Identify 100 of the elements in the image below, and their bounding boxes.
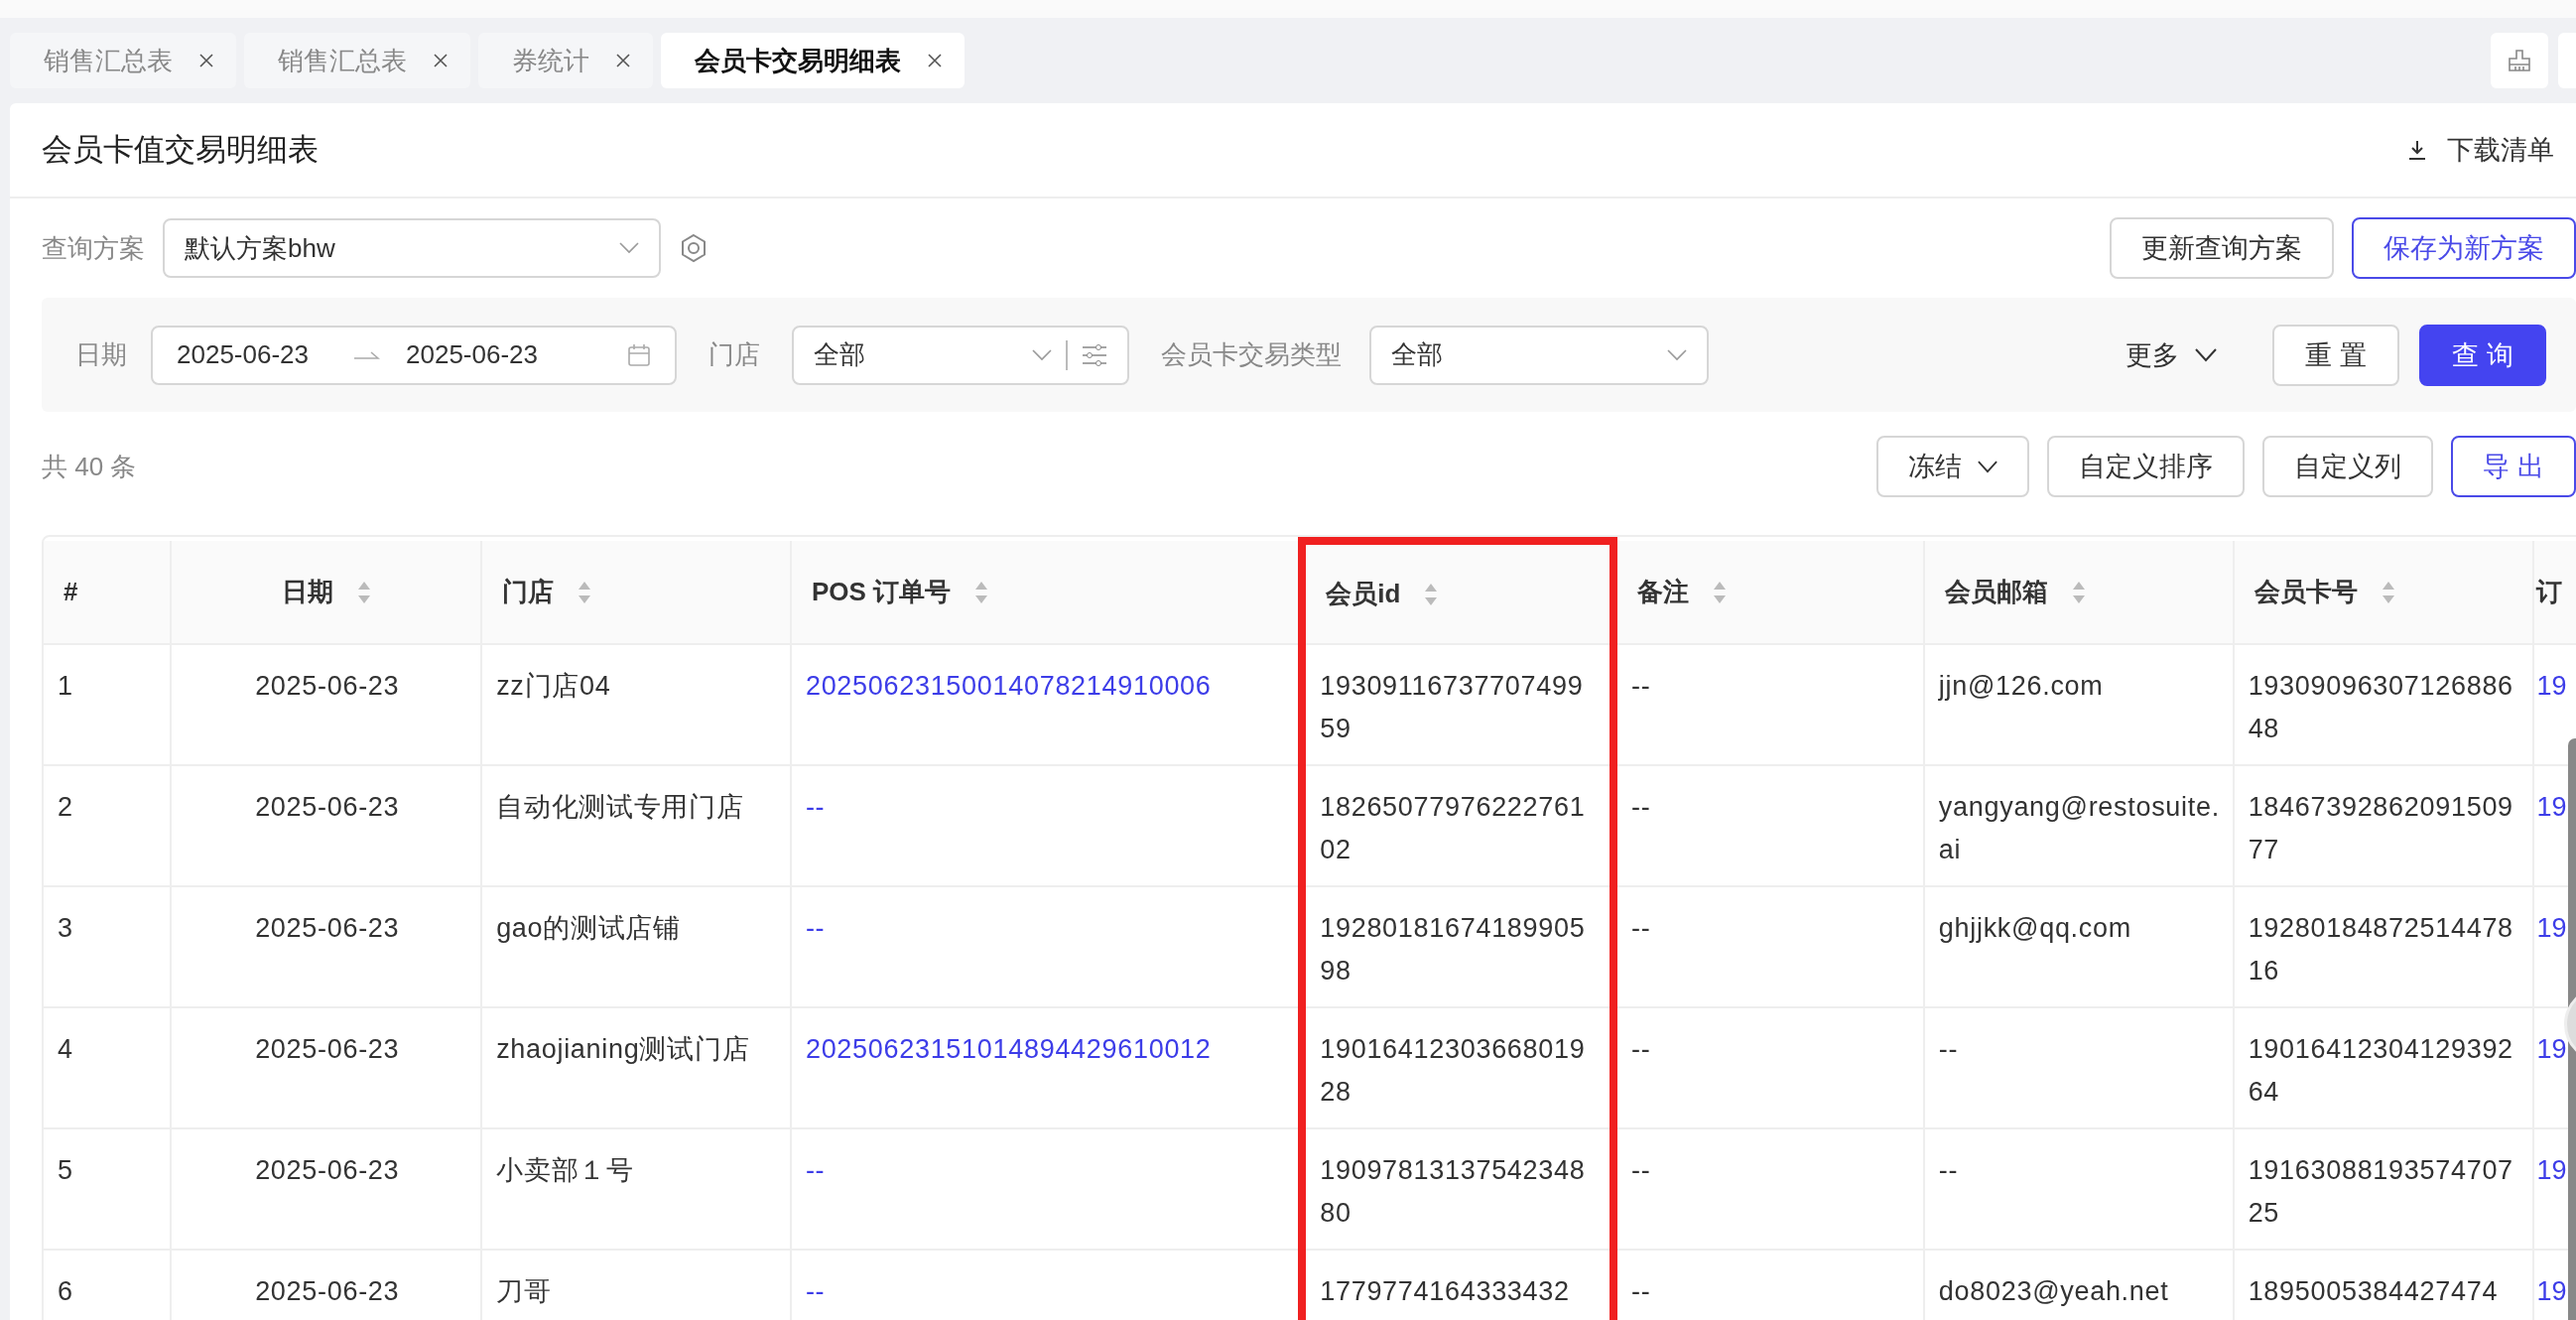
order-link[interactable]: -- [805, 1155, 826, 1185]
column-header: 备注 [1637, 576, 1690, 608]
column-header: 门店 [502, 576, 555, 608]
sort-icon[interactable] [2381, 580, 2395, 604]
table-cell: 1895005384427474 [2248, 1276, 2499, 1306]
order-link[interactable]: 19 [2536, 913, 2567, 943]
sort-icon[interactable] [578, 580, 592, 604]
close-icon[interactable] [433, 53, 449, 68]
table-action-button[interactable]: 自定义排序 [2047, 436, 2246, 497]
page-title: 会员卡值交易明细表 [42, 131, 319, 169]
column-header: 会员id [1326, 578, 1401, 610]
order-link[interactable]: -- [805, 913, 826, 943]
table-cell: 1930911673770749959 [1320, 671, 1584, 743]
close-icon[interactable] [927, 53, 943, 68]
download-icon [2407, 140, 2427, 160]
table-cell: 2025-06-23 [255, 1155, 400, 1185]
store-label: 门店 [708, 338, 760, 371]
download-button[interactable]: 下载清单 [2401, 131, 2560, 169]
order-link[interactable]: 19 [2536, 671, 2567, 701]
order-link[interactable]: 19 [2536, 792, 2567, 822]
table-cell: do8023@yeah.net [1938, 1276, 2169, 1306]
table-cell: -- [1631, 671, 1651, 701]
chevron-down-icon [1978, 460, 1998, 473]
sort-icon[interactable] [356, 580, 371, 604]
order-link[interactable]: -- [805, 792, 826, 822]
calendar-icon [627, 342, 651, 367]
close-icon[interactable] [615, 53, 631, 68]
order-link[interactable]: 19 [2536, 1034, 2567, 1064]
card-type-label: 会员卡交易类型 [1161, 338, 1342, 371]
reset-button[interactable]: 重 置 [2272, 324, 2399, 386]
table-cell: -- [1631, 1276, 1651, 1306]
order-link[interactable]: 19 [2536, 1155, 2567, 1185]
date-label: 日期 [75, 338, 127, 371]
table-cell: 1901641230366801928 [1320, 1034, 1586, 1107]
table-cell: 2025-06-23 [255, 792, 400, 822]
sort-icon[interactable] [1424, 582, 1439, 606]
table-cell: -- [1631, 1155, 1651, 1185]
table-cell: 1846739286209150977 [2248, 792, 2513, 864]
scheme-button[interactable]: 保存为新方案 [2352, 217, 2576, 279]
broom-icon[interactable] [2491, 33, 2548, 88]
sort-icon[interactable] [2071, 580, 2086, 604]
table-cell: yangyang@restosuite.ai [1938, 792, 2220, 864]
table-cell: 小卖部１号 [496, 1155, 634, 1185]
order-link[interactable]: 20250623150014078214910006 [805, 671, 1212, 701]
table-cell: 4 [58, 1034, 73, 1064]
scrollbar[interactable] [2568, 738, 2576, 1320]
more-button[interactable]: 更多 [2096, 324, 2247, 386]
table-cell: ghjjkk@qq.com [1938, 913, 2131, 943]
total-count: 共 40 条 [42, 450, 137, 483]
date-range-field[interactable]: 2025-06-23 2025-06-23 [151, 325, 677, 385]
table-cell: 1779774164333432 [1320, 1276, 1570, 1306]
table-cell: 2025-06-23 [255, 671, 400, 701]
card-type-select[interactable]: 全部 [1369, 325, 1709, 385]
order-link[interactable]: 20250623151014894429610012 [805, 1034, 1212, 1064]
column-header: 日期 [281, 576, 333, 608]
store-select[interactable]: 全部 [792, 325, 1129, 385]
table-cell: -- [1631, 913, 1651, 943]
scheme-label: 查询方案 [42, 231, 145, 265]
sort-icon[interactable] [1713, 580, 1728, 604]
table-action-button[interactable]: 导 出 [2451, 436, 2576, 497]
table-cell: -- [1631, 1034, 1651, 1064]
table-cell: 2025-06-23 [255, 913, 400, 943]
sliders-icon[interactable] [1082, 343, 1107, 366]
chevron-down-icon [619, 242, 639, 254]
table-cell: -- [1938, 1034, 1959, 1064]
table-cell: 1909781313754234880 [1320, 1155, 1586, 1228]
table-cell: 1928018167418990598 [1320, 913, 1586, 986]
column-header: 会员卡号 [2254, 576, 2358, 608]
table-cell: 1901641230412939264 [2248, 1034, 2513, 1107]
table-action-button[interactable]: 自定义列 [2262, 436, 2434, 497]
table-cell: 1826507797622276102 [1320, 792, 1586, 864]
table-cell: 刀哥 [496, 1276, 552, 1306]
table-cell: 1 [58, 671, 73, 701]
table-action-button[interactable]: 冻结 [1876, 436, 2030, 497]
table-cell: jjn@126.com [1938, 671, 2104, 701]
sort-icon[interactable] [974, 580, 989, 604]
table-cell: 2 [58, 792, 73, 822]
table-cell: gao的测试店铺 [496, 913, 681, 943]
chevron-down-icon [1667, 348, 1687, 361]
table-cell: -- [1938, 1155, 1959, 1185]
report-tab[interactable]: 会员卡交易明细表 [661, 33, 965, 88]
chevron-down-icon [1032, 348, 1052, 361]
table-cell: zz门店04 [496, 671, 611, 701]
table-cell: 2025-06-23 [255, 1276, 400, 1306]
settings-icon[interactable] [679, 233, 708, 263]
table-cell: 5 [58, 1155, 73, 1185]
table-cell: 3 [58, 913, 73, 943]
table-cell: 6 [58, 1276, 73, 1306]
table-cell: -- [1631, 792, 1651, 822]
scheme-button[interactable]: 更新查询方案 [2110, 217, 2334, 279]
order-link[interactable]: -- [805, 1276, 826, 1306]
column-header: # [64, 577, 78, 607]
close-icon[interactable] [198, 53, 214, 68]
column-header: 会员邮箱 [1944, 576, 2048, 608]
scheme-select[interactable]: 默认方案bhw [163, 218, 661, 278]
table-cell: 2025-06-23 [255, 1034, 400, 1064]
table-cell: 1928018487251447816 [2248, 913, 2513, 986]
table-cell: 1930909630712688648 [2248, 671, 2513, 743]
query-button[interactable]: 查 询 [2419, 324, 2546, 386]
column-header: 订 [2536, 576, 2563, 608]
